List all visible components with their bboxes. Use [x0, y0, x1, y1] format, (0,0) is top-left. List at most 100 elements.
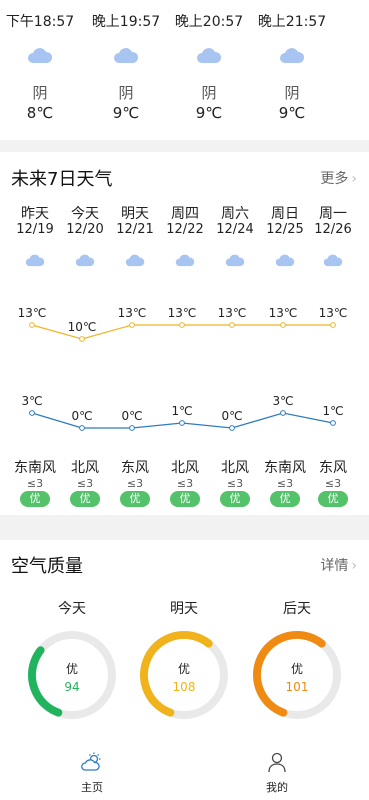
forecast-day-name: 周日	[271, 206, 299, 222]
bottom-tab-bar: 主页 我的	[0, 745, 369, 800]
detail-button[interactable]: 详情 ›	[320, 555, 357, 575]
forecast-day-name: 昨天	[21, 206, 49, 222]
user-icon	[268, 752, 286, 773]
forecast-wind-level: ≤3	[26, 477, 44, 490]
hourly-forecast: 下午18:57 阴 8℃ 晚上19:57 阴 9℃ 晚上20:57 阴 9℃ 晚…	[0, 0, 369, 140]
aq-value: 108	[172, 680, 196, 694]
forecast-date: 12/22	[166, 222, 204, 237]
low-temp-label: 0℃	[221, 409, 242, 423]
aq-quality: 优	[177, 662, 190, 676]
low-temp-label: 0℃	[71, 409, 92, 423]
hourly-time: 晚上19:57	[91, 14, 161, 30]
cloud-icon	[323, 254, 343, 267]
high-temp-label: 13℃	[218, 306, 247, 320]
aqi-badge: 优	[318, 491, 348, 507]
temp-point	[129, 425, 135, 431]
forecast-day-name: 周一	[319, 206, 347, 222]
chevron-right-icon: ›	[351, 558, 357, 574]
forecast-date: 12/19	[16, 222, 54, 237]
aq-value: 101	[285, 680, 309, 694]
low-temp-label: 3℃	[21, 394, 42, 408]
forecast-wind-level: ≤3	[76, 477, 94, 490]
forecast-date: 12/21	[116, 222, 154, 237]
temp-point	[330, 322, 336, 328]
high-temp-label: 13℃	[319, 306, 348, 320]
forecast-title: 未来7日天气	[11, 169, 113, 190]
hourly-time: 晚上21:57	[257, 14, 327, 30]
forecast-day-name: 今天	[71, 206, 99, 222]
air-quality-title: 空气质量	[11, 556, 83, 577]
tab-profile-label: 我的	[266, 781, 288, 794]
tab-profile[interactable]: 我的	[237, 745, 317, 800]
hourly-temp: 8℃	[26, 104, 54, 122]
forecast-day-name: 周四	[171, 206, 199, 222]
forecast-day-name: 明天	[121, 206, 149, 222]
high-temp-label: 10℃	[68, 320, 97, 334]
aq-day-label: 今天	[58, 601, 86, 617]
high-temp-label: 13℃	[118, 306, 147, 320]
aqi-badge: 优	[220, 491, 250, 507]
chevron-right-icon: ›	[351, 171, 357, 187]
aqi-badge: 优	[20, 491, 50, 507]
low-temp-label: 1℃	[322, 404, 343, 418]
low-temp-label: 0℃	[121, 409, 142, 423]
hourly-time: 晚上20:57	[174, 14, 244, 30]
temp-point	[280, 410, 286, 416]
aqi-badge: 优	[70, 491, 100, 507]
aq-quality: 优	[290, 662, 303, 676]
more-label: 更多	[320, 171, 349, 187]
cloud-icon	[280, 48, 305, 63]
aqi-badge: 优	[270, 491, 300, 507]
temp-point	[179, 420, 185, 426]
low-temp-label: 1℃	[171, 404, 192, 418]
forecast-wind-level: ≤3	[226, 477, 244, 490]
cloud-icon	[175, 254, 195, 267]
hourly-temp: 9℃	[195, 104, 223, 122]
tab-home-label: 主页	[81, 781, 103, 794]
low-temp-label: 3℃	[272, 394, 293, 408]
temp-point	[129, 322, 135, 328]
temp-point	[29, 322, 35, 328]
forecast-date: 12/26	[314, 222, 352, 237]
cloud-icon	[125, 254, 145, 267]
temp-point	[79, 336, 85, 342]
forecast-day-name: 周六	[221, 206, 249, 222]
hourly-temp: 9℃	[112, 104, 140, 122]
aqi-badge: 优	[120, 491, 150, 507]
aq-day-label: 后天	[283, 601, 311, 617]
temp-point	[229, 425, 235, 431]
high-temp-label: 13℃	[269, 306, 298, 320]
high-temp-label: 13℃	[18, 306, 47, 320]
aq-day-label: 明天	[170, 601, 198, 617]
more-button[interactable]: 更多 ›	[320, 168, 357, 188]
temperature-chart: 13℃ 10℃ 13℃ 13℃ 13℃ 13℃ 13℃ 3℃ 0℃ 0℃ 1℃ 0℃ 3℃ 1℃	[18, 306, 348, 431]
aq-value: 94	[64, 680, 80, 694]
cloud-icon	[28, 48, 53, 63]
forecast-wind-level: ≤3	[324, 477, 342, 490]
cloud-icon	[25, 254, 45, 267]
detail-label: 详情	[320, 558, 349, 574]
temp-point	[179, 322, 185, 328]
forecast-date: 12/25	[266, 222, 304, 237]
cloud-icon	[275, 254, 295, 267]
seven-day-forecast: 未来7日天气 更多 › 昨天 12/19 东南风 ≤3 优 今天 12/20 北风…	[0, 152, 369, 515]
forecast-wind-level: ≤3	[176, 477, 194, 490]
tab-home[interactable]: 主页	[52, 745, 132, 800]
forecast-wind-level: ≤3	[276, 477, 294, 490]
forecast-date: 12/24	[216, 222, 254, 237]
forecast-date: 12/20	[66, 222, 104, 237]
hourly-temp: 9℃	[278, 104, 306, 122]
temp-point	[29, 410, 35, 416]
cloud-icon	[114, 48, 139, 63]
forecast-wind: 东风	[319, 460, 347, 476]
cloud-sun-icon	[81, 752, 101, 771]
hourly-condition: 阴	[32, 84, 48, 102]
air-quality-section: 空气质量 详情 › 今天 优 94 明天 优 108 后天 优 101	[0, 540, 369, 745]
temp-point	[79, 425, 85, 431]
cloud-icon	[75, 254, 95, 267]
hourly-condition: 阴	[284, 84, 300, 102]
hourly-condition: 阴	[201, 84, 217, 102]
high-temp-label: 13℃	[168, 306, 197, 320]
aqi-badge: 优	[170, 491, 200, 507]
cloud-icon	[197, 48, 222, 63]
